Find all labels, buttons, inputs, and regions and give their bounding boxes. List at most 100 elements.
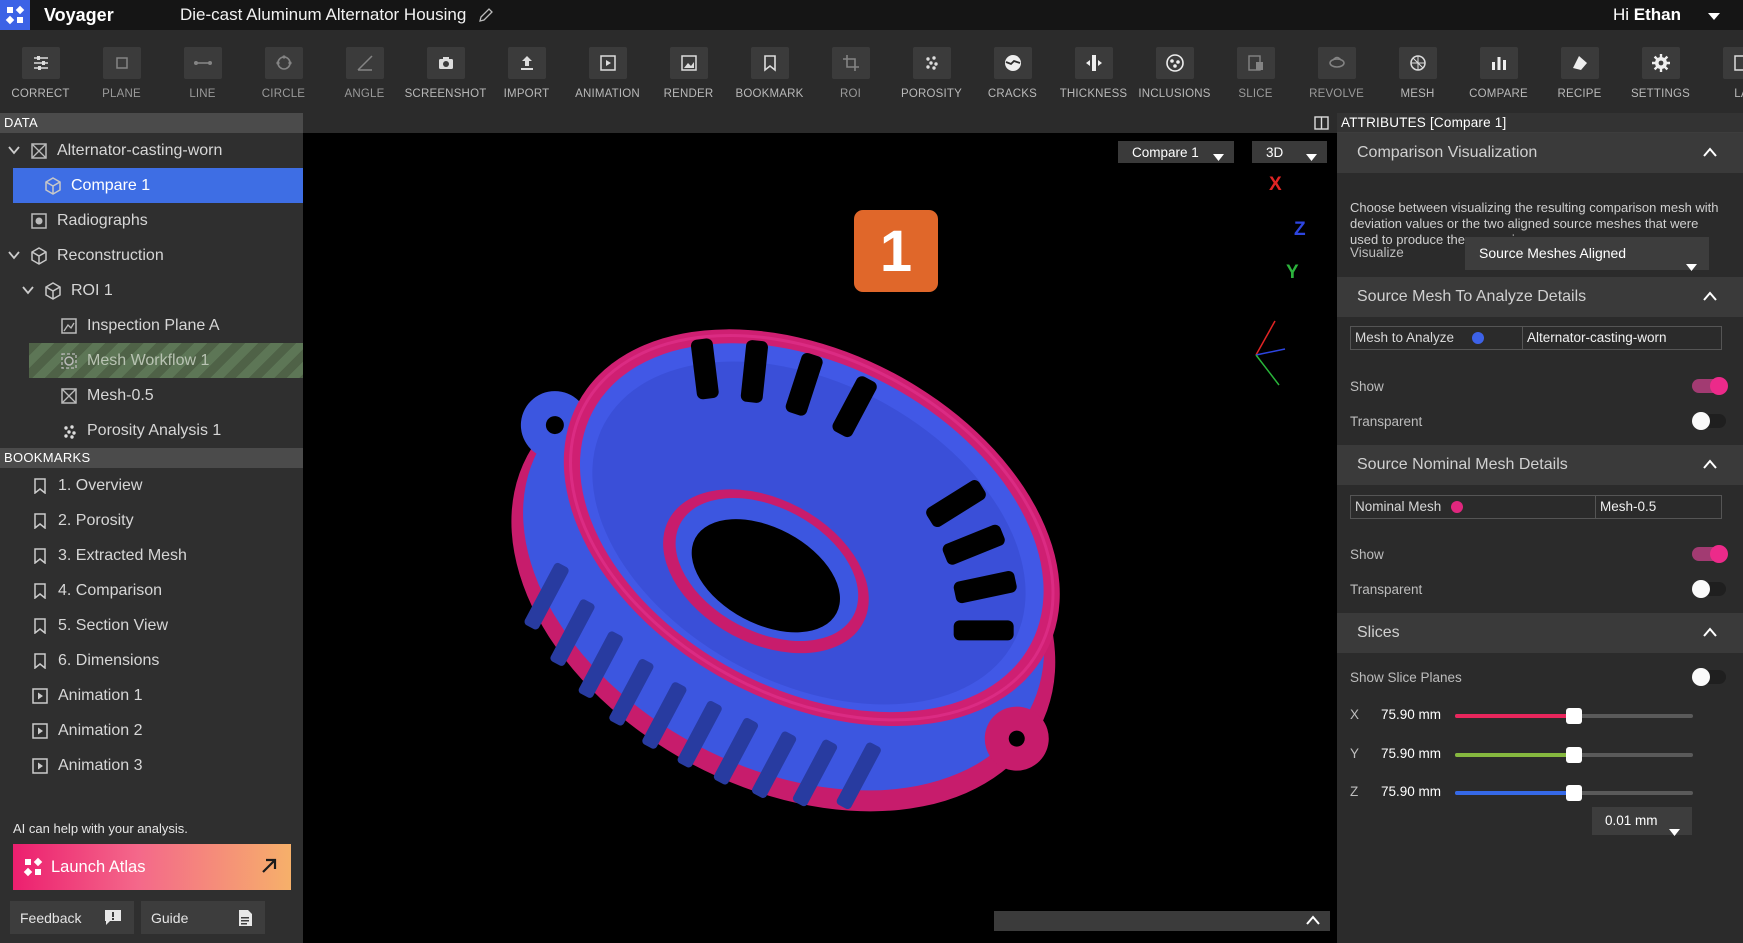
tree-item[interactable]: Alternator-casting-worn: [0, 133, 303, 168]
cube-icon: [44, 176, 62, 195]
mesh-icon: [1398, 47, 1437, 79]
bookmark-item[interactable]: Animation 1: [0, 678, 303, 713]
tool-line[interactable]: LINE: [162, 30, 243, 113]
chevron-up-icon[interactable]: [1703, 147, 1717, 157]
tool-correct[interactable]: CORRECT: [0, 30, 81, 113]
analyze-transparent-toggle[interactable]: [1692, 412, 1726, 430]
user-greeting[interactable]: Hi Ethan: [1613, 5, 1681, 25]
edit-title-icon[interactable]: [478, 7, 494, 23]
tool-bookmark[interactable]: BOOKMARK: [729, 30, 810, 113]
nominal-transparent-toggle[interactable]: [1692, 580, 1726, 598]
tool-roi[interactable]: ROI: [810, 30, 891, 113]
slice-y-slider[interactable]: Y 75.90 mm: [1350, 744, 1730, 764]
image-icon: [669, 47, 708, 79]
bookmark-item[interactable]: Animation 3: [0, 748, 303, 783]
tool-label: REVOLVE: [1309, 88, 1364, 100]
timeline-bar[interactable]: [994, 911, 1330, 931]
tree-item[interactable]: Mesh-0.5: [0, 378, 303, 413]
chevron-up-icon[interactable]: [1306, 915, 1320, 925]
bookmark-item[interactable]: 2. Porosity: [0, 503, 303, 538]
bookmark-item[interactable]: 4. Comparison: [0, 573, 303, 608]
tree-item[interactable]: Mesh Workflow 1: [29, 343, 303, 378]
tool-thickness[interactable]: THICKNESS: [1053, 30, 1134, 113]
tool-slice[interactable]: SLICE: [1215, 30, 1296, 113]
visualize-select[interactable]: Source Meshes Aligned: [1465, 237, 1709, 271]
tool-render[interactable]: RENDER: [648, 30, 729, 113]
tool-label: CIRCLE: [261, 88, 306, 100]
tool-plane[interactable]: PLANE: [81, 30, 162, 113]
slider-fill: [1455, 714, 1574, 718]
bookmark-item[interactable]: Animation 2: [0, 713, 303, 748]
slider-thumb[interactable]: [1566, 708, 1582, 724]
nominal-show-toggle[interactable]: [1692, 545, 1728, 563]
bookmark-item[interactable]: 6. Dimensions: [0, 643, 303, 678]
tree-item[interactable]: Inspection Plane A: [0, 308, 303, 343]
tool-animation[interactable]: ANIMATION: [567, 30, 648, 113]
tool-settings[interactable]: SETTINGS: [1620, 30, 1701, 113]
tree-item[interactable]: ROI 1: [0, 273, 303, 308]
bookmark-item[interactable]: 3. Extracted Mesh: [0, 538, 303, 573]
tool-circle[interactable]: CIRCLE: [243, 30, 324, 113]
attributes-header: ATTRIBUTES [Compare 1]: [1337, 113, 1743, 133]
tool-porosity[interactable]: POROSITY: [891, 30, 972, 113]
launch-atlas-button[interactable]: Launch Atlas: [13, 844, 291, 890]
chevron-up-icon[interactable]: [1703, 459, 1717, 469]
tool-angle[interactable]: ANGLE: [324, 30, 405, 113]
chevron-down-icon[interactable]: [22, 286, 34, 295]
tool-la[interactable]: LA: [1701, 30, 1743, 113]
compare-select[interactable]: Compare 1: [1118, 141, 1234, 163]
bookmark-item[interactable]: 5. Section View: [0, 608, 303, 643]
slider-thumb[interactable]: [1566, 785, 1582, 801]
tool-inclusions[interactable]: INCLUSIONS: [1134, 30, 1215, 113]
tool-label: POROSITY: [900, 88, 963, 100]
chevron-down-icon[interactable]: [1707, 9, 1721, 27]
guide-button[interactable]: Guide: [141, 901, 265, 934]
slices-section[interactable]: Slices: [1337, 613, 1743, 653]
tool-mesh[interactable]: MESH: [1377, 30, 1458, 113]
tree-item[interactable]: Compare 1: [13, 168, 303, 203]
chevron-up-icon[interactable]: [1703, 291, 1717, 301]
slider-fill: [1455, 791, 1574, 795]
bookmark-label: Animation 1: [58, 686, 143, 704]
nominal-mesh-field[interactable]: Nominal Mesh Mesh-0.5: [1350, 495, 1722, 519]
chevron-down-icon[interactable]: [8, 146, 20, 155]
mesh-to-analyze-field[interactable]: Mesh to Analyze Alternator-casting-worn: [1350, 326, 1722, 350]
bookmark-icon: [32, 547, 48, 564]
view-mode-select[interactable]: 3D: [1252, 141, 1327, 163]
document-icon: [238, 909, 253, 927]
slice-z-slider[interactable]: Z 75.90 mm: [1350, 782, 1730, 802]
visualize-value: Source Meshes Aligned: [1479, 245, 1627, 261]
tool-import[interactable]: IMPORT: [486, 30, 567, 113]
show-slice-planes-toggle[interactable]: [1692, 668, 1726, 686]
tree-item[interactable]: Reconstruction: [0, 238, 303, 273]
tree-item-label: Porosity Analysis 1: [87, 421, 222, 439]
chevron-up-icon[interactable]: [1703, 627, 1717, 637]
feedback-button[interactable]: Feedback: [10, 901, 134, 934]
axis-label: Y: [1350, 746, 1360, 761]
analyze-mesh-section[interactable]: Source Mesh To Analyze Details: [1337, 277, 1743, 317]
tool-recipe[interactable]: RECIPE: [1539, 30, 1620, 113]
tool-screenshot[interactable]: SCREENSHOT: [405, 30, 486, 113]
nominal-mesh-section[interactable]: Source Nominal Mesh Details: [1337, 445, 1743, 485]
tree-item-label: Mesh Workflow 1: [87, 351, 210, 369]
play-icon: [588, 47, 627, 79]
alternator-housing-model[interactable]: [463, 253, 1123, 873]
slice-step-select[interactable]: 0.01 mm: [1592, 807, 1692, 836]
tool-revolve[interactable]: REVOLVE: [1296, 30, 1377, 113]
chevron-down-icon[interactable]: [8, 251, 20, 260]
bookmark-label: Animation 2: [58, 721, 143, 739]
tool-cracks[interactable]: CRACKS: [972, 30, 1053, 113]
slider-thumb[interactable]: [1566, 747, 1582, 763]
tree-item[interactable]: Porosity Analysis 1: [0, 413, 303, 448]
3d-viewport[interactable]: Compare 1 3D X Z Y 1: [303, 113, 1337, 943]
tool-label: COMPARE: [1469, 88, 1528, 100]
slice-x-slider[interactable]: X 75.90 mm: [1350, 705, 1730, 725]
tool-compare[interactable]: COMPARE: [1458, 30, 1539, 113]
tree-item[interactable]: Radiographs: [0, 203, 303, 238]
comparison-visualization-section[interactable]: Comparison Visualization: [1337, 133, 1743, 173]
voyager-logo-icon[interactable]: [0, 0, 30, 30]
bookmark-item[interactable]: 1. Overview: [0, 468, 303, 503]
document-title[interactable]: Die-cast Aluminum Alternator Housing: [180, 5, 466, 25]
toggle-panel-icon[interactable]: [1314, 116, 1329, 130]
analyze-show-toggle[interactable]: [1692, 377, 1728, 395]
